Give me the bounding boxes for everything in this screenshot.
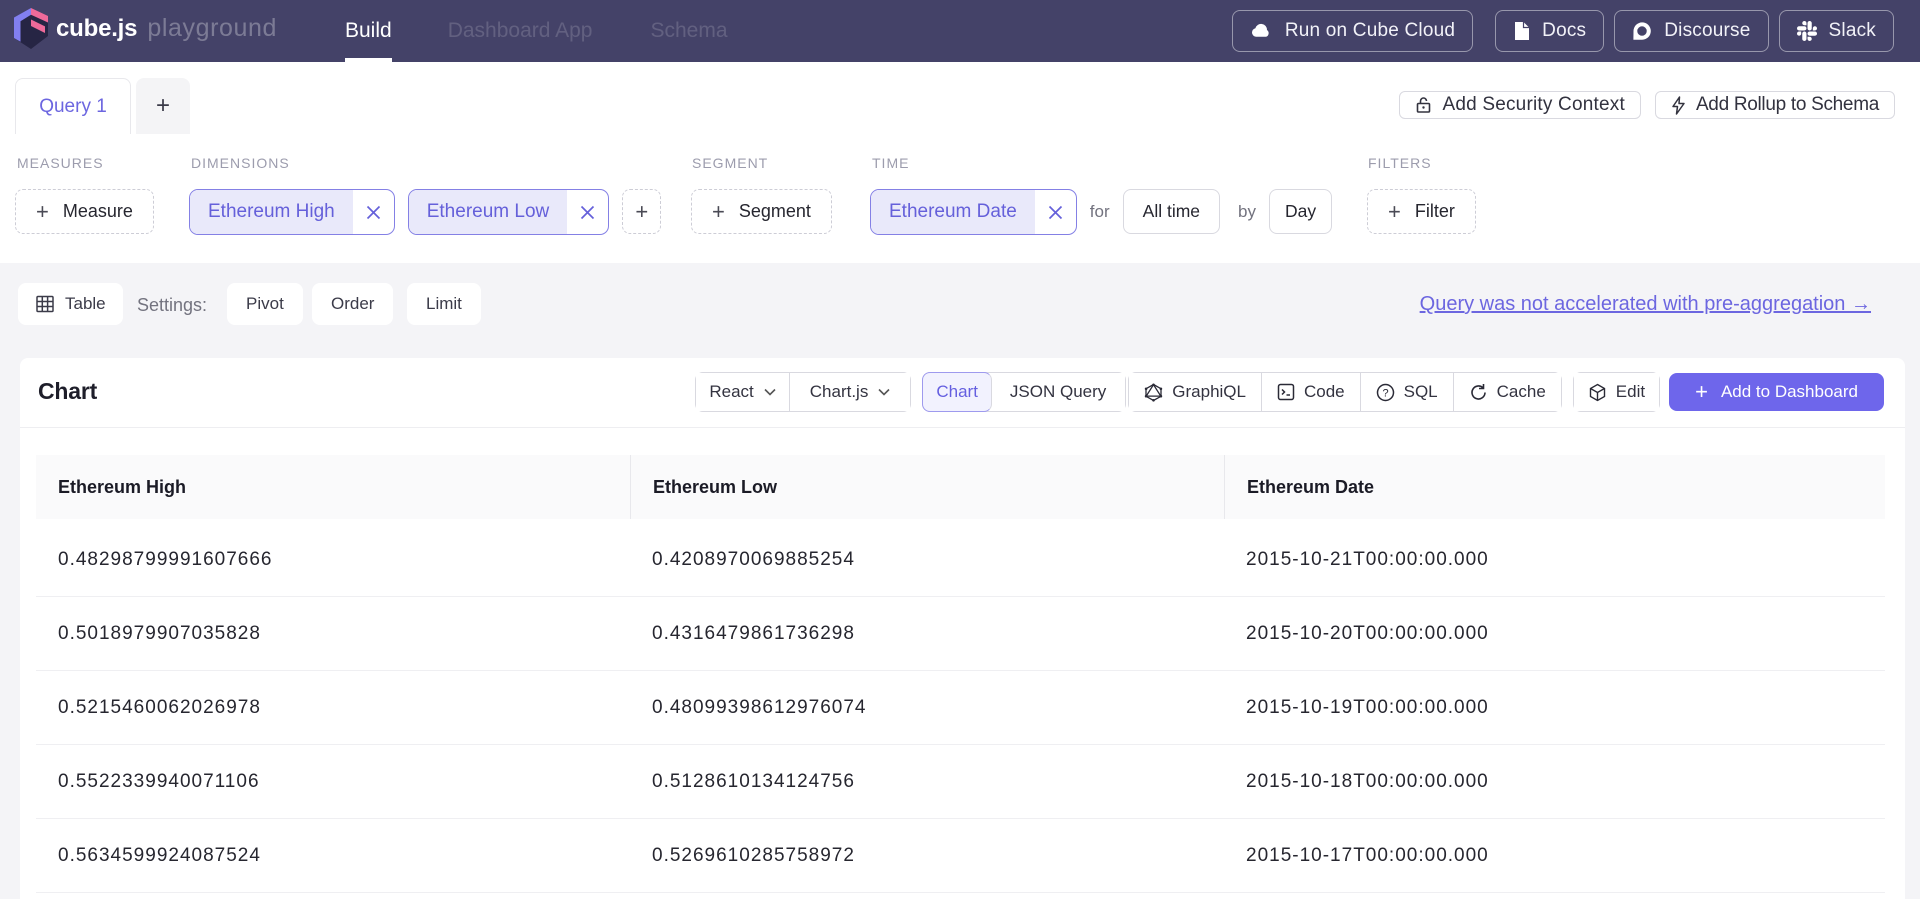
svg-text:?: ? (1382, 387, 1388, 399)
